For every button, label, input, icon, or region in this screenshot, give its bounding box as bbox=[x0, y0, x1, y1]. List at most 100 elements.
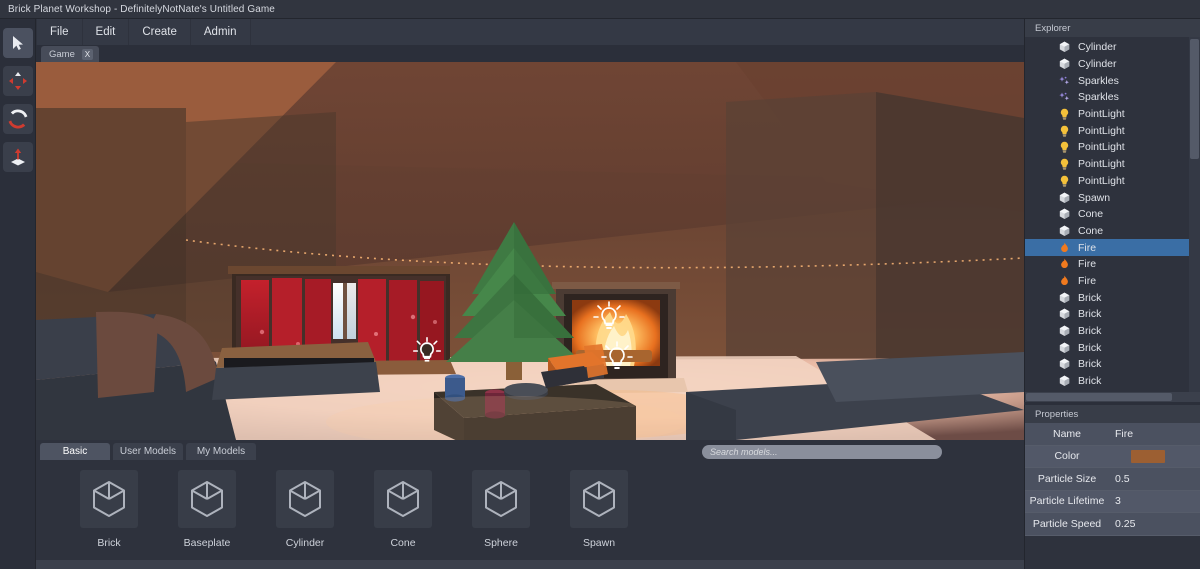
explorer-item-label: PointLight bbox=[1078, 108, 1125, 121]
sparkles-icon bbox=[1059, 75, 1070, 87]
explorer-item-label: Sparkles bbox=[1078, 74, 1119, 87]
explorer-vertical-scrollbar[interactable] bbox=[1189, 37, 1200, 392]
explorer-item-label: Fire bbox=[1078, 274, 1097, 287]
explorer-item-cylinder[interactable]: Cylinder bbox=[1025, 56, 1200, 73]
menu-file[interactable]: File bbox=[36, 19, 83, 45]
brick-icon bbox=[1059, 375, 1070, 387]
asset-tab-user-models[interactable]: User Models bbox=[113, 443, 183, 460]
explorer-horizontal-scrollbar[interactable] bbox=[1025, 392, 1200, 402]
asset-tab-my-models[interactable]: My Models bbox=[186, 443, 256, 460]
menu-edit[interactable]: Edit bbox=[83, 19, 130, 45]
asset-grid: Brick Baseplate Cylinder Cone Sphere Spa… bbox=[36, 460, 1024, 560]
property-row-particle-speed: Particle Speed 0.25 bbox=[1025, 513, 1200, 536]
explorer-item-label: Brick bbox=[1078, 341, 1102, 354]
explorer-item-pointlight[interactable]: PointLight bbox=[1025, 122, 1200, 139]
asset-tab-basic[interactable]: Basic bbox=[40, 443, 110, 460]
explorer-item-fire[interactable]: Fire bbox=[1025, 256, 1200, 273]
cube-outline-icon bbox=[570, 470, 628, 528]
tab-game[interactable]: Game X bbox=[41, 46, 99, 62]
fire-icon bbox=[1059, 258, 1070, 270]
brick-icon bbox=[1059, 358, 1070, 370]
property-value[interactable]: 0.25 bbox=[1109, 518, 1200, 530]
scrollbar-thumb[interactable] bbox=[1026, 393, 1172, 401]
explorer-item-label: Cylinder bbox=[1078, 58, 1117, 71]
workshop-window: Brick Planet Workshop - DefinitelyNotNat… bbox=[0, 0, 1200, 569]
lightbulb-gizmo[interactable] bbox=[412, 336, 442, 366]
sparkles-icon bbox=[1059, 91, 1070, 103]
fire-icon bbox=[1059, 242, 1070, 254]
asset-browser-scrollbar[interactable] bbox=[36, 560, 1024, 569]
explorer-item-label: Cone bbox=[1078, 208, 1104, 221]
rotate-tool[interactable] bbox=[2, 104, 33, 134]
lightbulb-icon bbox=[1059, 175, 1070, 187]
property-row-color: Color bbox=[1025, 445, 1200, 468]
explorer-item-cone[interactable]: Cone bbox=[1025, 223, 1200, 240]
search-input[interactable] bbox=[702, 445, 942, 459]
3d-scene-viewport[interactable] bbox=[36, 62, 1024, 440]
explorer-item-pointlight[interactable]: PointLight bbox=[1025, 139, 1200, 156]
property-value[interactable]: 3 bbox=[1109, 495, 1200, 507]
explorer-item-sparkles[interactable]: Sparkles bbox=[1025, 89, 1200, 106]
tab-game-label: Game bbox=[49, 48, 75, 60]
explorer-item-label: PointLight bbox=[1078, 174, 1125, 187]
explorer-item-brick[interactable]: Brick bbox=[1025, 373, 1200, 390]
brick-icon bbox=[1059, 342, 1070, 354]
property-row-name: Name Fire bbox=[1025, 423, 1200, 446]
explorer-item-pointlight[interactable]: PointLight bbox=[1025, 173, 1200, 190]
property-value[interactable]: 0.5 bbox=[1109, 473, 1200, 485]
property-key: Color bbox=[1054, 450, 1080, 463]
asset-item-label: Brick bbox=[97, 537, 121, 549]
asset-item-cone[interactable]: Cone bbox=[374, 470, 432, 560]
brick-icon bbox=[1059, 208, 1070, 220]
scrollbar-thumb[interactable] bbox=[1190, 39, 1199, 159]
lightbulb-gizmo[interactable] bbox=[592, 300, 626, 334]
explorer-item-brick[interactable]: Brick bbox=[1025, 339, 1200, 356]
asset-item-brick[interactable]: Brick bbox=[80, 470, 138, 560]
properties-title: Properties bbox=[1025, 405, 1200, 423]
menu-create[interactable]: Create bbox=[129, 19, 191, 45]
explorer-item-brick[interactable]: Brick bbox=[1025, 356, 1200, 373]
asset-item-label: Baseplate bbox=[183, 537, 231, 549]
explorer-item-cylinder[interactable]: Cylinder bbox=[1025, 39, 1200, 56]
explorer-panel: Explorer Cylinder Cylinder Sparkles Sparkle… bbox=[1024, 19, 1200, 402]
explorer-item-brick[interactable]: Brick bbox=[1025, 289, 1200, 306]
menu-admin[interactable]: Admin bbox=[191, 19, 251, 45]
explorer-item-fire[interactable]: Fire bbox=[1025, 273, 1200, 290]
fire-icon bbox=[1059, 275, 1070, 287]
explorer-list[interactable]: Cylinder Cylinder Sparkles Sparkles PointLig… bbox=[1025, 37, 1200, 392]
explorer-item-spawn[interactable]: Spawn bbox=[1025, 189, 1200, 206]
asset-item-baseplate[interactable]: Baseplate bbox=[178, 470, 236, 560]
select-tool[interactable] bbox=[2, 28, 33, 58]
cube-outline-icon bbox=[472, 470, 530, 528]
explorer-item-brick[interactable]: Brick bbox=[1025, 306, 1200, 323]
brick-icon bbox=[1059, 58, 1070, 70]
explorer-item-label: Fire bbox=[1078, 258, 1097, 271]
property-key: Name bbox=[1052, 427, 1081, 440]
title-bar: Brick Planet Workshop - DefinitelyNotNat… bbox=[0, 0, 1200, 19]
property-key: Particle Lifetime bbox=[1029, 495, 1105, 508]
explorer-item-label: Cylinder bbox=[1078, 41, 1117, 54]
explorer-item-label: Brick bbox=[1078, 308, 1102, 321]
explorer-item-label: Brick bbox=[1078, 375, 1102, 388]
asset-browser: Basic User Models My Models Brick Basepl… bbox=[36, 440, 1024, 569]
explorer-item-brick[interactable]: Brick bbox=[1025, 323, 1200, 340]
scale-tool[interactable] bbox=[2, 142, 33, 172]
properties-panel: Properties Name Fire Color Particle Size 0.5… bbox=[1024, 405, 1200, 569]
lightbulb-gizmo[interactable] bbox=[600, 340, 634, 374]
move-tool[interactable] bbox=[2, 66, 33, 96]
scene-render bbox=[36, 62, 1024, 440]
asset-item-sphere[interactable]: Sphere bbox=[472, 470, 530, 560]
property-value[interactable]: Fire bbox=[1109, 428, 1200, 440]
asset-item-spawn[interactable]: Spawn bbox=[570, 470, 628, 560]
asset-item-label: Sphere bbox=[484, 537, 518, 549]
color-swatch[interactable] bbox=[1131, 449, 1165, 463]
sideboard bbox=[212, 342, 380, 400]
asset-item-cylinder[interactable]: Cylinder bbox=[276, 470, 334, 560]
explorer-item-pointlight[interactable]: PointLight bbox=[1025, 156, 1200, 173]
close-icon[interactable]: X bbox=[81, 48, 93, 60]
explorer-item-sparkles[interactable]: Sparkles bbox=[1025, 72, 1200, 89]
explorer-item-fire[interactable]: Fire bbox=[1025, 239, 1200, 256]
explorer-item-pointlight[interactable]: PointLight bbox=[1025, 106, 1200, 123]
brick-icon bbox=[1059, 292, 1070, 304]
explorer-item-cone[interactable]: Cone bbox=[1025, 206, 1200, 223]
